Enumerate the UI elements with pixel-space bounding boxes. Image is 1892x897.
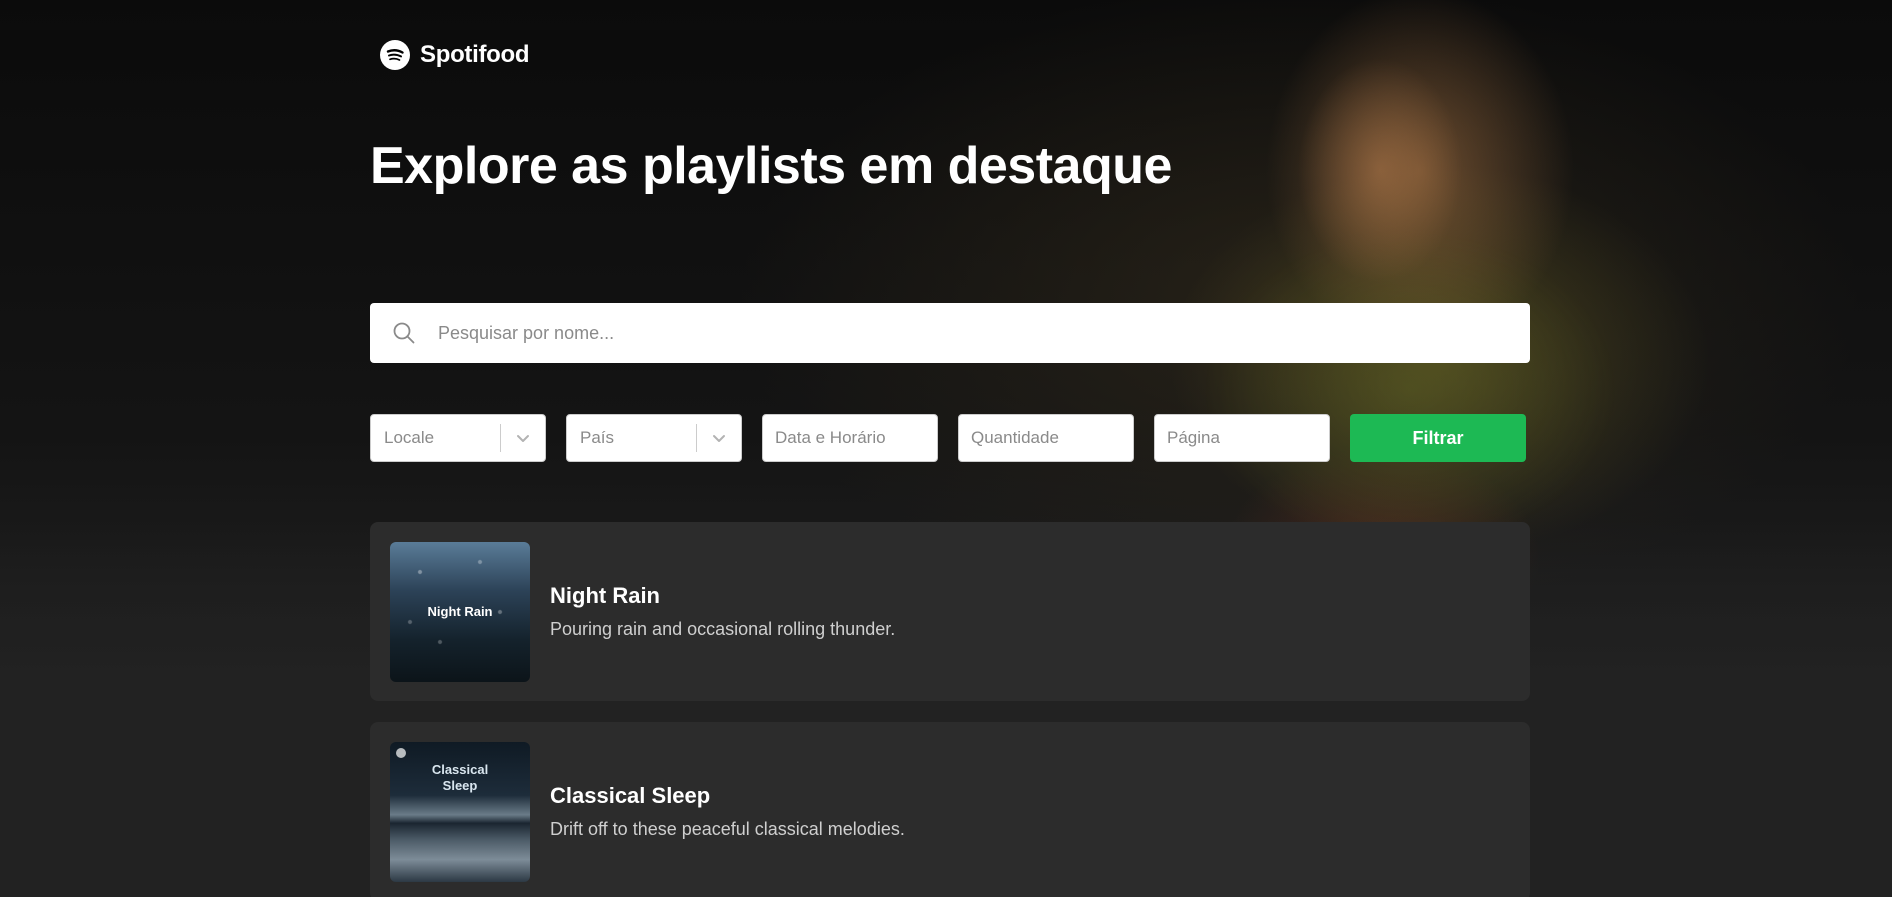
spotify-badge-icon	[396, 747, 406, 758]
playlist-cover-text-line2: Sleep	[442, 777, 478, 793]
playlist-cover-text-line1: Classical	[431, 761, 489, 777]
page-title: Explore as playlists em destaque	[370, 137, 1172, 195]
chevron-down-icon[interactable]	[501, 414, 545, 462]
playlist-info: Night Rain Pouring rain and occasional r…	[550, 583, 895, 640]
playlist-description: Drift off to these peaceful classical me…	[550, 819, 905, 839]
chevron-down-icon[interactable]	[697, 414, 741, 462]
country-select[interactable]: País	[566, 414, 742, 462]
playlist-info: Classical Sleep Drift off to these peace…	[550, 783, 905, 840]
playlist-description: Pouring rain and occasional rolling thun…	[550, 619, 896, 639]
page-field[interactable]	[1155, 427, 1319, 449]
quantity-field[interactable]	[959, 427, 1123, 449]
search-input[interactable]	[436, 321, 1490, 345]
search-box[interactable]	[370, 303, 1530, 363]
brand-logo[interactable]: Spotifood	[380, 40, 530, 70]
filters-bar: Locale País Filtrar	[370, 414, 1530, 462]
spotify-logo-icon	[380, 40, 410, 70]
quantity-field-wrapper	[958, 414, 1134, 462]
search-icon	[393, 322, 415, 344]
playlist-title: Classical Sleep	[550, 783, 711, 808]
playlist-card[interactable]: Classical Sleep Classical Sleep Drift of…	[370, 722, 1530, 897]
hero-dj-figure	[1150, 0, 1710, 600]
locale-select[interactable]: Locale	[370, 414, 546, 462]
filter-button[interactable]: Filtrar	[1350, 414, 1526, 462]
playlist-card[interactable]: Night Rain Night Rain Pouring rain and o…	[370, 522, 1530, 701]
datetime-field[interactable]	[763, 427, 927, 449]
page-field-wrapper	[1154, 414, 1330, 462]
playlist-cover: Classical Sleep	[390, 741, 530, 882]
locale-select-placeholder: Locale	[384, 428, 435, 447]
datetime-field-wrapper	[762, 414, 938, 462]
playlist-title: Night Rain	[550, 583, 660, 608]
playlist-cover-text: Night Rain	[427, 603, 493, 619]
playlist-cover: Night Rain	[390, 541, 530, 682]
page: Spotifood Explore as playlists em destaq…	[0, 0, 1892, 897]
brand-name: Spotifood	[420, 41, 530, 68]
playlist-cover-text: Classical Sleep	[390, 762, 530, 794]
country-select-placeholder: País	[580, 428, 615, 447]
